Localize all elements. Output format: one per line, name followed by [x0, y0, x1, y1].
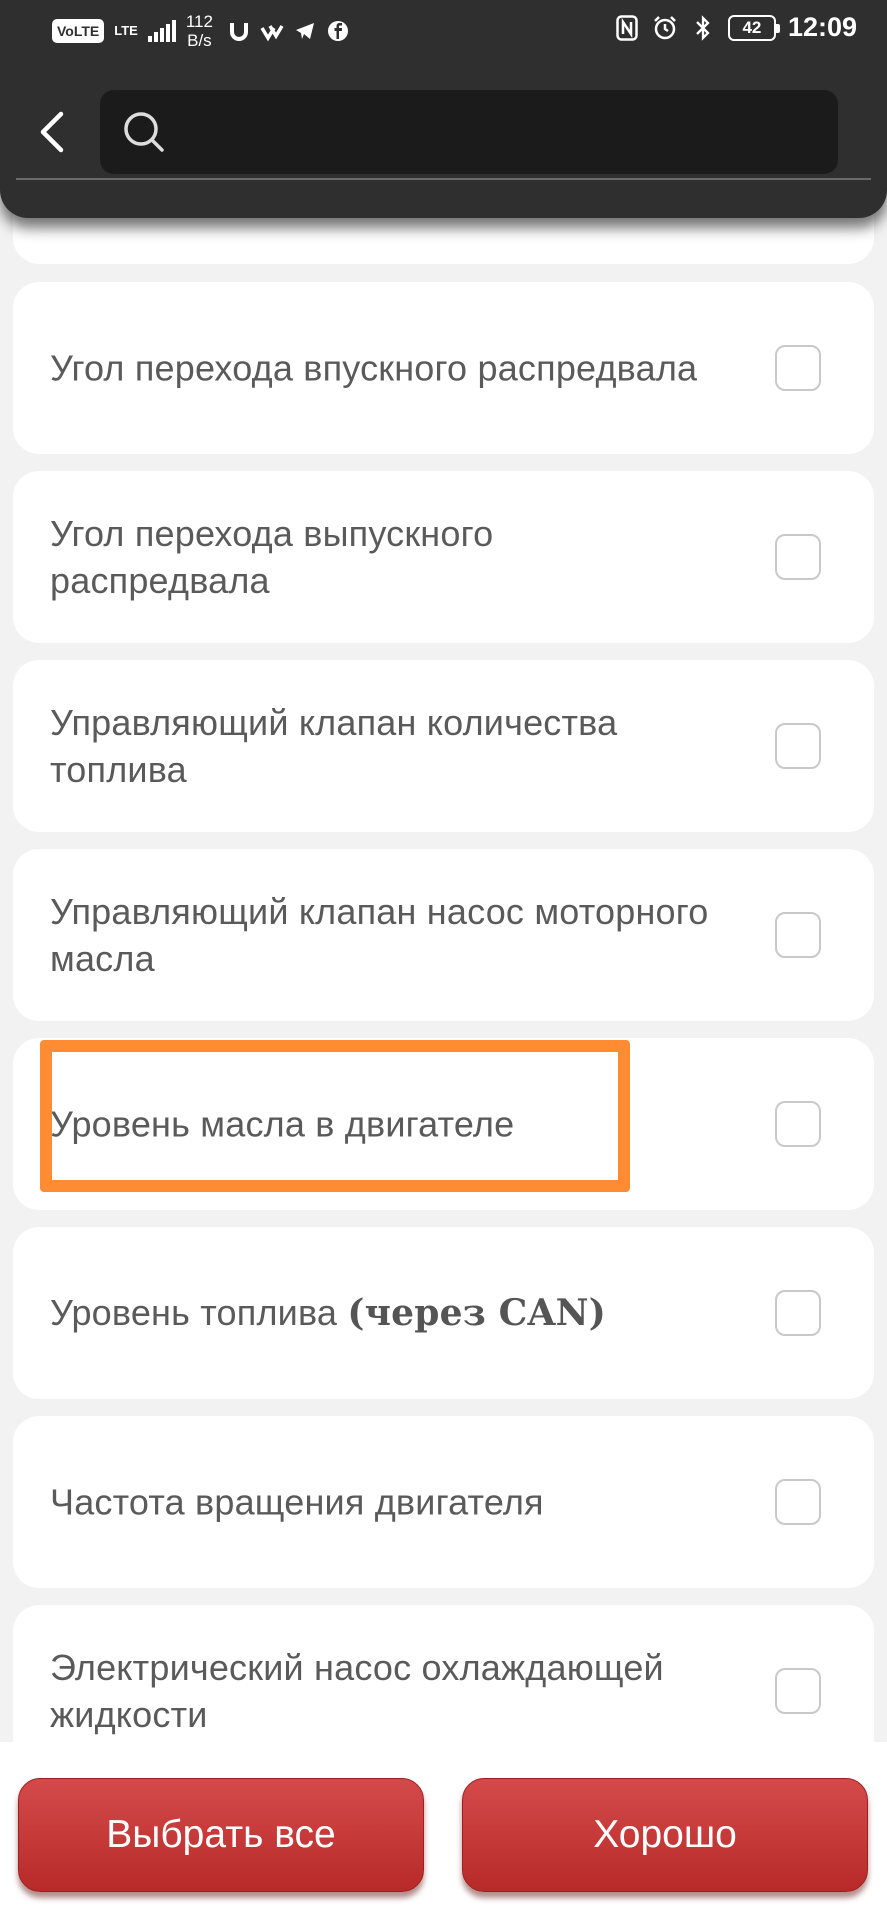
status-bar: VoLTE LTE 112 B/s 42 12:09	[0, 0, 887, 64]
header-divider	[16, 178, 871, 180]
volte-badge: VoLTE	[52, 19, 105, 43]
item-label: Угол перехода выпускного распредвала	[50, 513, 494, 601]
item-checkbox[interactable]	[775, 1101, 821, 1147]
chevron-left-icon	[40, 111, 64, 153]
status-left: VoLTE LTE 112 B/s	[52, 12, 350, 50]
ok-button[interactable]: Хорошо	[462, 1778, 868, 1892]
telegram-icon	[293, 19, 317, 43]
speed-value: 112	[185, 12, 213, 31]
clock: 12:09	[787, 12, 857, 42]
status-right: 42 12:09	[614, 12, 857, 43]
list-item[interactable]: Угол перехода выпускного распредвала	[13, 471, 874, 643]
item-label-bold: (через CAN)	[347, 1292, 606, 1334]
item-checkbox[interactable]	[775, 723, 821, 769]
item-label: Управляющий клапан количества топлива	[50, 702, 618, 790]
list-item[interactable]: Уровень масла в двигателе	[13, 1038, 874, 1210]
facebook-icon	[326, 19, 350, 43]
bluetooth-icon	[690, 14, 716, 42]
notification-icons	[227, 19, 350, 43]
item-checkbox[interactable]	[775, 1479, 821, 1525]
item-label: Управляющий клапан насос моторного масла	[50, 891, 709, 979]
item-checkbox[interactable]	[775, 1668, 821, 1714]
network-speed: 112 B/s	[186, 12, 213, 50]
item-checkbox[interactable]	[775, 1290, 821, 1336]
list-item[interactable]: Частота вращения двигателя	[13, 1416, 874, 1588]
item-label: Уровень масла в двигателе	[50, 1103, 515, 1145]
search-input[interactable]	[180, 90, 820, 174]
signal-icon	[147, 20, 176, 42]
item-checkbox[interactable]	[775, 345, 821, 391]
search-bar[interactable]	[100, 90, 838, 174]
list-item[interactable]: Управляющий клапан насос моторного масла	[13, 849, 874, 1021]
search-icon	[124, 112, 164, 152]
item-label: Угол перехода впускного распредвала	[50, 347, 698, 389]
item-label: Электрический насос охлаждающей жидкости	[50, 1647, 664, 1735]
list-item[interactable]: Уровень топлива (через CAN)	[13, 1227, 874, 1399]
battery-level: 42	[742, 17, 762, 37]
bottom-bar: Выбрать все Хорошо	[0, 1742, 887, 1920]
v-app-icon	[260, 19, 284, 43]
item-label: Частота вращения двигателя	[50, 1481, 544, 1523]
item-label-text: Уровень топлива	[50, 1292, 348, 1333]
speed-unit: B/s	[187, 31, 212, 50]
header: VoLTE LTE 112 B/s 42 12:09	[0, 0, 887, 218]
item-checkbox[interactable]	[775, 534, 821, 580]
list-item[interactable]: Управляющий клапан количества топлива	[13, 660, 874, 832]
back-button[interactable]	[30, 100, 74, 164]
list-item[interactable]: Угол перехода впускного распредвала	[13, 282, 874, 454]
lte-indicator: LTE	[114, 23, 138, 38]
alarm-icon	[652, 14, 678, 42]
nfc-icon	[614, 14, 640, 42]
battery-icon: 42	[727, 14, 780, 41]
item-list: Угол перехода впускного распредвала Угол…	[0, 0, 887, 1742]
list-item[interactable]: Электрический насос охлаждающей жидкости	[13, 1605, 874, 1742]
u-app-icon	[227, 19, 251, 43]
select-all-button[interactable]: Выбрать все	[18, 1778, 424, 1892]
item-label: Уровень топлива (через CAN)	[50, 1289, 710, 1337]
item-checkbox[interactable]	[775, 912, 821, 958]
